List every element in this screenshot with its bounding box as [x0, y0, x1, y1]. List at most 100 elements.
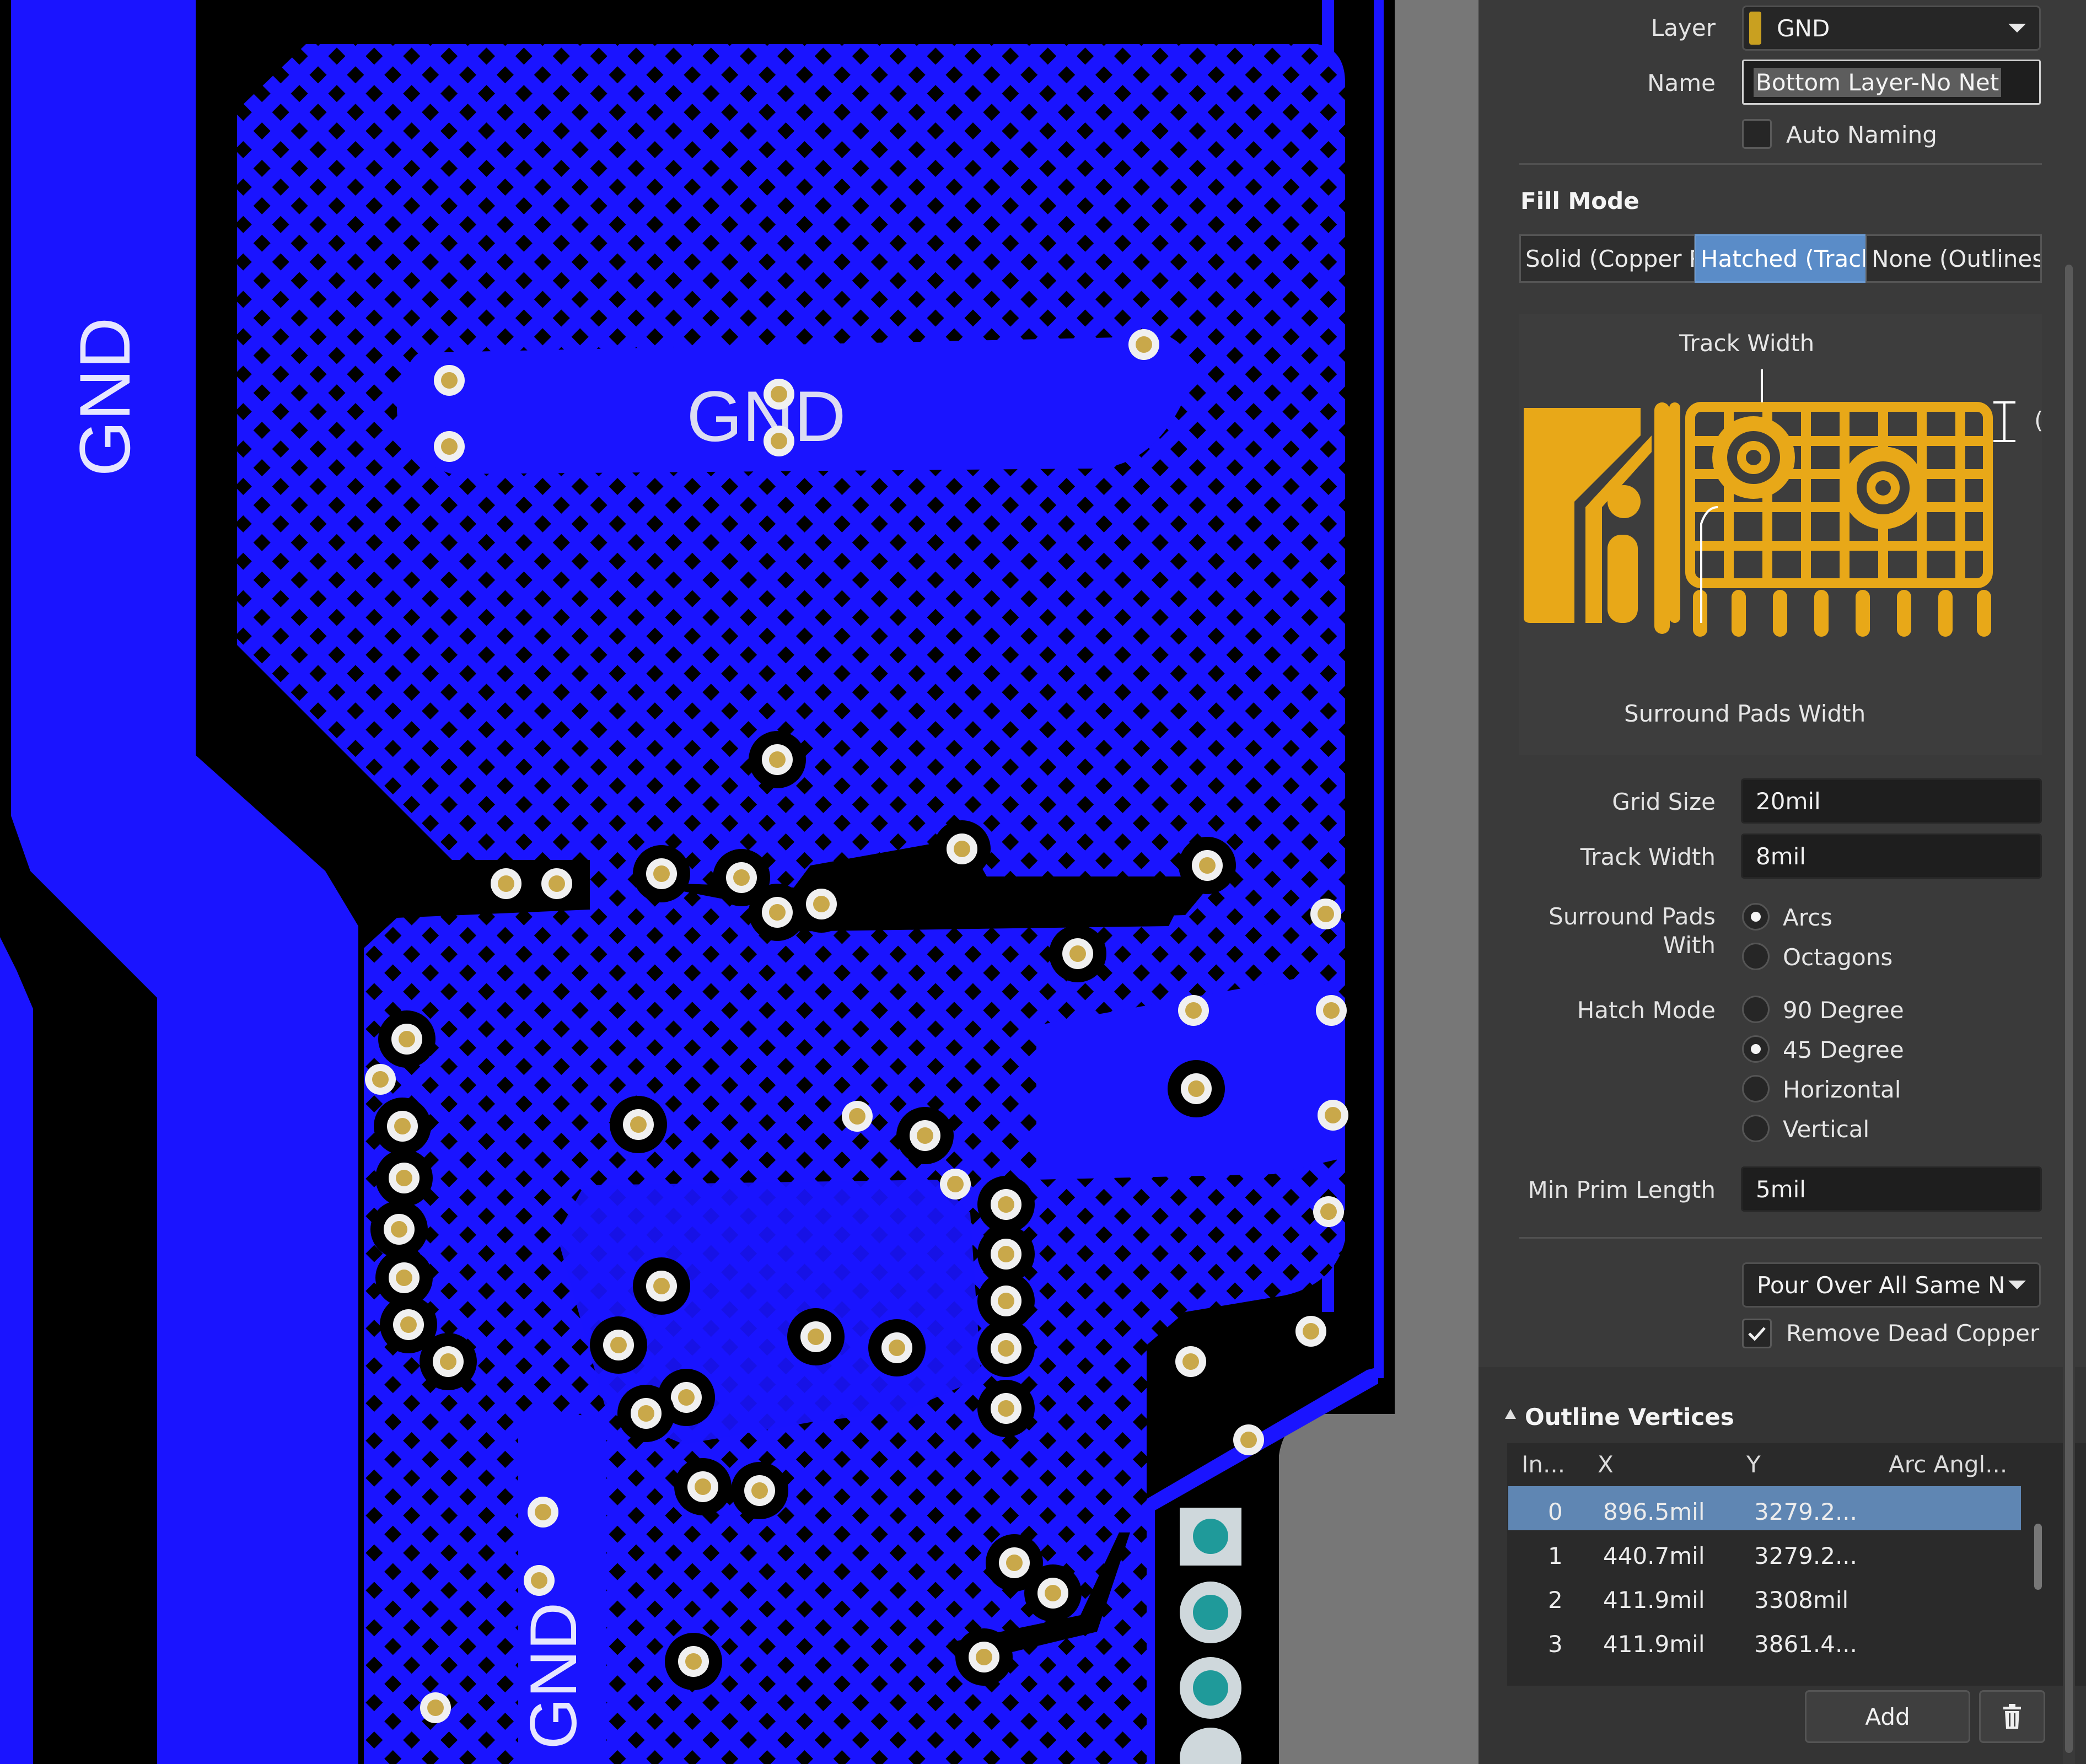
via-hole	[678, 1389, 695, 1406]
via-hole	[1320, 1203, 1337, 1220]
via-hole	[947, 1176, 964, 1192]
hatch-90-radio[interactable]	[1742, 996, 1770, 1023]
via-hole	[391, 1221, 407, 1238]
layer-label: Layer	[1650, 14, 1716, 41]
grid-size-value: 20mil	[1756, 787, 1821, 815]
add-vertex-button[interactable]: Add	[1805, 1690, 1970, 1743]
hatch-90-label: 90 Degree	[1783, 997, 1904, 1024]
panel-scrollbar-thumb[interactable]	[2065, 265, 2073, 1753]
via-hole	[1325, 1107, 1341, 1123]
hatch-diagram: Track Width (Surround Pads Width	[1519, 314, 2043, 755]
via-hole	[1069, 945, 1086, 962]
hatch-vertical-label: Vertical	[1783, 1116, 1870, 1143]
diagram-track-width-label: Track Width	[1679, 330, 1815, 357]
gnd-label-bottom: GND	[517, 1602, 590, 1750]
gnd-label-left: GND	[64, 318, 145, 477]
vertices-col-x[interactable]: X	[1598, 1451, 1614, 1478]
collapse-triangle-icon[interactable]	[1505, 1409, 1516, 1419]
auto-naming-label: Auto Naming	[1786, 121, 1937, 148]
via-hole	[998, 1340, 1014, 1357]
via-hole	[1188, 1080, 1205, 1097]
pour-over-value: Pour Over All Same N	[1757, 1271, 2006, 1299]
via-hole	[1318, 906, 1334, 922]
grid-size-input[interactable]: 20mil	[1741, 778, 2042, 824]
vertex-y: 3279.2...	[1754, 1498, 1858, 1525]
track-width-value: 8mil	[1756, 842, 1806, 870]
via-hole	[1045, 1585, 1061, 1601]
via-hole	[1136, 336, 1152, 353]
via-hole	[769, 751, 786, 768]
via-hole	[1006, 1555, 1023, 1571]
pour-over-dropdown[interactable]: Pour Over All Same N	[1742, 1262, 2041, 1308]
via-hole	[394, 1118, 411, 1134]
via-hole	[372, 1071, 389, 1088]
pad-round-center	[1193, 1595, 1228, 1630]
remove-dead-copper-checkbox[interactable]	[1742, 1319, 1772, 1348]
properties-panel: Layer GND Name Bottom Layer-No Net Auto …	[1479, 0, 2086, 1764]
table-scrollbar[interactable]	[2032, 1488, 2044, 1665]
outline-vertices-title: Outline Vertices	[1525, 1403, 1734, 1430]
via-hole	[998, 1246, 1014, 1262]
vertices-col-index[interactable]: In...	[1522, 1451, 1565, 1478]
surround-arcs-radio[interactable]	[1742, 903, 1770, 931]
layer-dropdown[interactable]: GND	[1742, 6, 2041, 51]
grid-size-label: Grid Size	[1612, 788, 1716, 815]
via-hole	[695, 1478, 711, 1495]
vertex-index: 1	[1548, 1542, 1563, 1569]
via-hole	[1199, 857, 1216, 874]
pad-round-center	[1193, 1670, 1228, 1706]
via-hole	[889, 1340, 905, 1356]
layer-value: GND	[1777, 14, 1830, 42]
vertex-x: 896.5mil	[1603, 1498, 1705, 1525]
via-hole	[653, 1278, 670, 1294]
surround-octagons-radio[interactable]	[1742, 943, 1770, 970]
via-hole	[733, 869, 750, 886]
via-hole	[400, 1316, 417, 1333]
via-hole	[751, 1482, 768, 1499]
min-prim-length-input[interactable]: 5mil	[1741, 1166, 2042, 1212]
board-edge-area	[1395, 0, 1479, 1764]
edge-trace-2	[1374, 0, 1384, 1378]
checkmark-icon	[1748, 1327, 1766, 1341]
via-hole	[549, 875, 565, 892]
vertex-x: 411.9mil	[1603, 1586, 1705, 1614]
vertex-index: 0	[1548, 1498, 1563, 1525]
auto-naming-checkbox[interactable]	[1742, 119, 1772, 149]
hatch-mode-label: Hatch Mode	[1577, 997, 1716, 1024]
via-hole	[954, 841, 970, 857]
hatch-45-label: 45 Degree	[1783, 1036, 1904, 1063]
vertex-y: 3308mil	[1754, 1586, 1849, 1614]
hatch-illustration	[1524, 369, 2015, 637]
via-hole	[808, 1329, 824, 1345]
fill-mode-none-button[interactable]: None (Outlines Only)	[1865, 234, 2042, 283]
surround-octagons-label: Octagons	[1783, 944, 1893, 971]
via-hole	[427, 1700, 444, 1716]
name-input[interactable]: Bottom Layer-No Net	[1742, 60, 2041, 105]
track-width-input[interactable]: 8mil	[1741, 833, 2042, 879]
fill-mode-hatched-button[interactable]: Hatched (Tracks/Arcs)	[1695, 234, 1867, 283]
hatch-vertical-radio[interactable]	[1742, 1115, 1770, 1142]
via-hole	[998, 1400, 1014, 1417]
vertices-col-arc[interactable]: Arc Angl...	[1889, 1451, 2007, 1478]
delete-vertex-button[interactable]	[1979, 1690, 2045, 1743]
via-hole	[638, 1405, 654, 1422]
vertex-y: 3279.2...	[1754, 1542, 1858, 1569]
via-hole	[1323, 1002, 1340, 1019]
hatch-horizontal-radio[interactable]	[1742, 1075, 1770, 1102]
hatch-horizontal-label: Horizontal	[1783, 1076, 1901, 1103]
vertex-index: 3	[1548, 1631, 1563, 1658]
via-hole	[440, 1353, 456, 1370]
chevron-down-icon	[2008, 1281, 2026, 1289]
hatch-45-radio[interactable]	[1742, 1035, 1770, 1063]
via-hole	[771, 433, 787, 449]
scrollbar-thumb[interactable]	[2034, 1524, 2042, 1590]
chevron-down-icon	[2008, 24, 2026, 33]
vertices-col-y[interactable]: Y	[1746, 1451, 1761, 1478]
divider	[1519, 1237, 2042, 1239]
fill-mode-solid-button[interactable]: Solid (Copper Regions)	[1519, 234, 1696, 283]
panel-scrollbar[interactable]	[2063, 265, 2075, 1764]
via-hole	[630, 1116, 647, 1133]
pad-square-center	[1193, 1519, 1228, 1554]
name-label: Name	[1647, 69, 1716, 96]
via-hole	[1185, 1002, 1202, 1019]
